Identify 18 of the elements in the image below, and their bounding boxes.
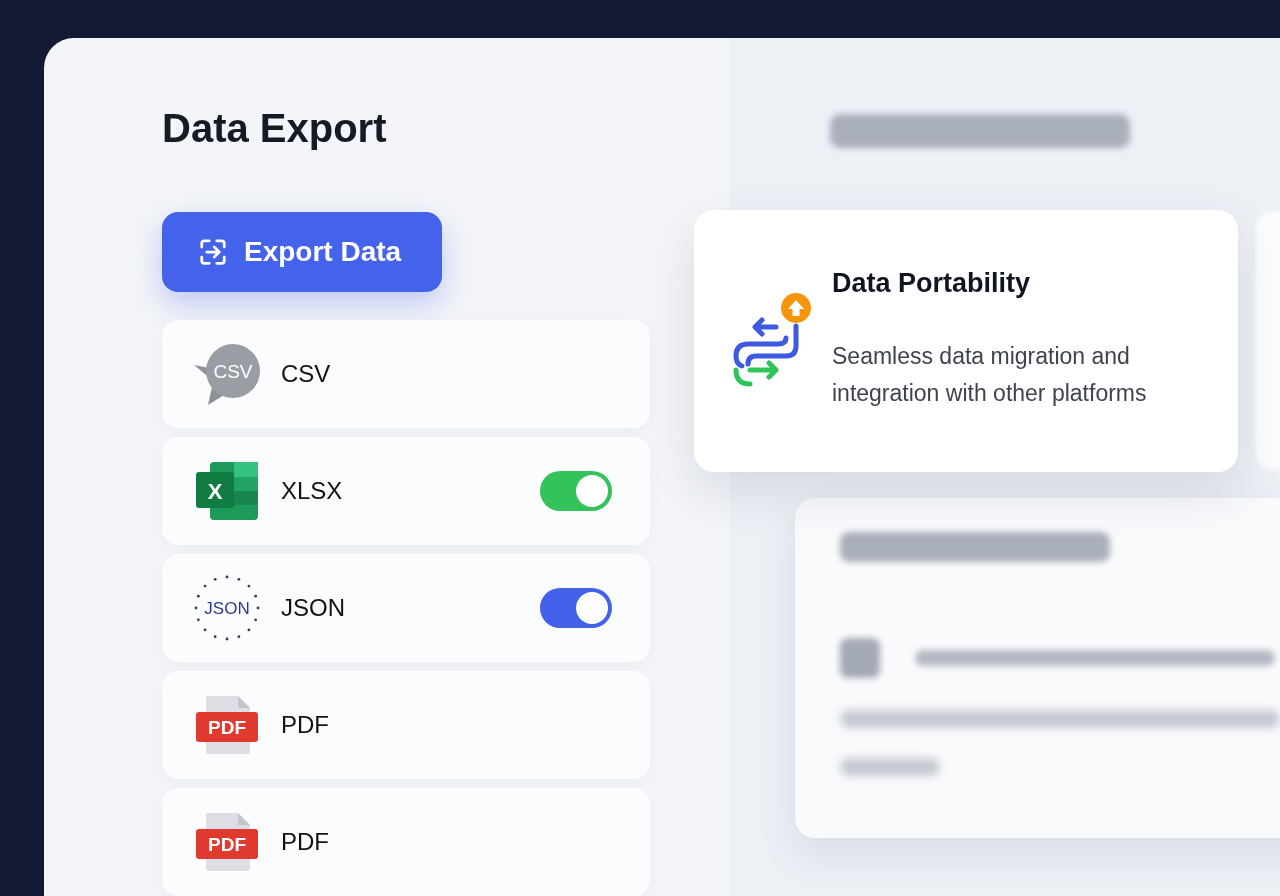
format-row[interactable]: X XLSX <box>162 437 650 545</box>
page-title: Data Export <box>162 105 387 152</box>
blurred-icon <box>840 638 880 678</box>
format-label: CSV <box>281 359 331 389</box>
export-data-button[interactable]: Export Data <box>162 212 442 292</box>
export-icon <box>198 237 228 267</box>
format-label: PDF <box>281 827 329 857</box>
format-row[interactable]: PDF PDF <box>162 788 650 896</box>
card-title: Data Portability <box>832 267 1031 300</box>
card-description: Seamless data migration and integration with other platforms <box>832 342 1148 408</box>
format-row[interactable]: JSON JSON <box>162 554 650 662</box>
toggle-switch[interactable] <box>540 588 612 628</box>
format-label: PDF <box>281 710 329 740</box>
format-label: XLSX <box>281 476 343 506</box>
toggle-switch[interactable] <box>540 471 612 511</box>
format-row[interactable]: CSV CSV <box>162 320 650 428</box>
format-label: JSON <box>281 593 345 623</box>
format-row[interactable]: PDF PDF <box>162 671 650 779</box>
